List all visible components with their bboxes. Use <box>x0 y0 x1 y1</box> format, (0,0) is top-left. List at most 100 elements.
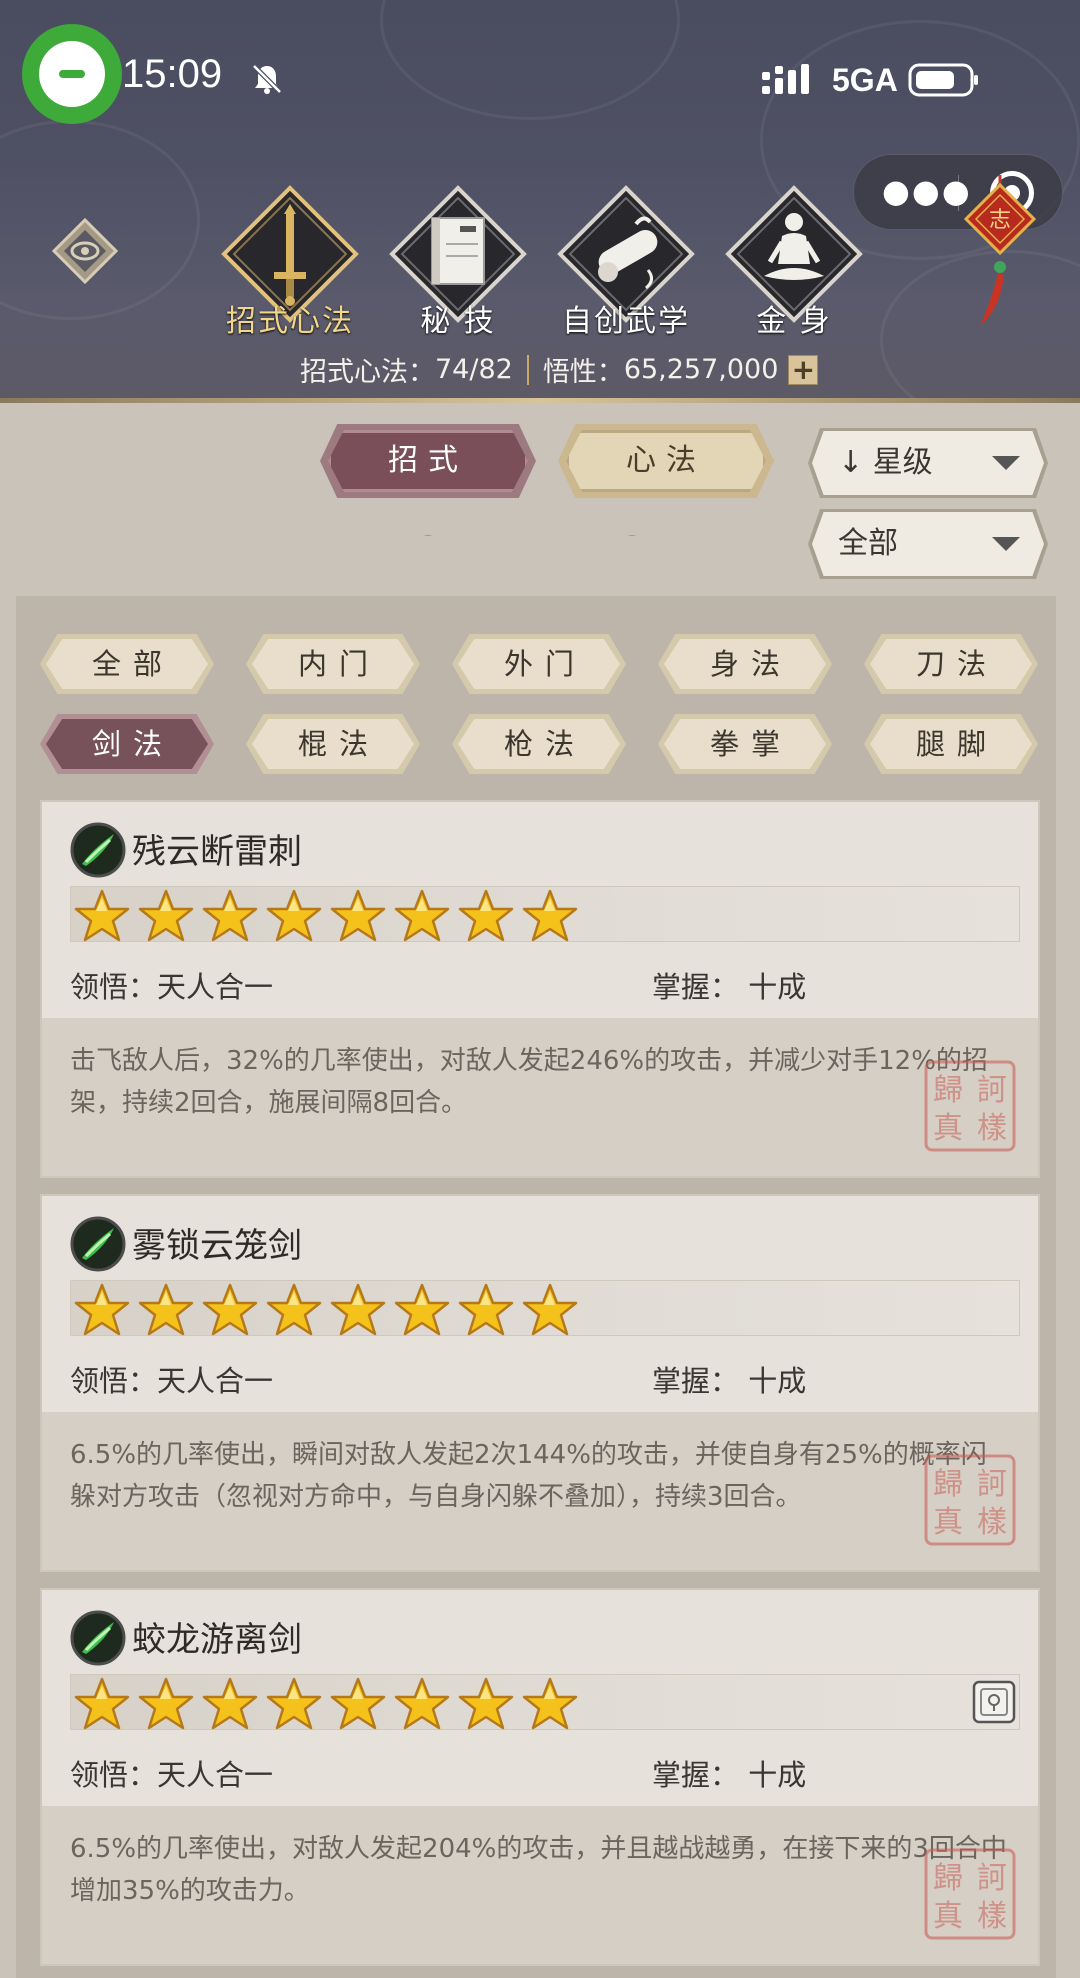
star-rating <box>72 1282 580 1338</box>
skill-card[interactable]: 雾锁云笼剑领悟：天人合一 掌握： 十成 6.5%的几率使出，瞬间对敌人发起2次144… <box>40 1194 1040 1572</box>
star-icon <box>458 1283 514 1336</box>
filter-chip[interactable]: 全部 <box>46 639 208 689</box>
svg-text:真: 真 <box>933 1111 963 1146</box>
star-icon <box>138 1677 194 1730</box>
cloud-decoration <box>380 0 680 120</box>
star-icon <box>202 1677 258 1730</box>
bell-muted-icon <box>252 64 282 94</box>
mastery-value: 十成 <box>748 1758 807 1792</box>
mastery-label: 掌握： <box>652 970 740 1004</box>
skill-description: 6.5%的几率使出，对敌人发起204%的攻击，并且越战越勇，在接下来的3回合中增… <box>42 1806 1038 1964</box>
svg-text:訶: 訶 <box>977 1861 1007 1896</box>
mastery-row: 掌握： 十成 <box>652 964 806 1006</box>
tab-golden-body[interactable]: 金 身 <box>724 184 864 339</box>
collect-icon[interactable] <box>972 1680 1016 1724</box>
star-icon <box>522 1677 578 1730</box>
tab-secret-arts[interactable]: 秘 技 <box>388 184 528 339</box>
star-icon <box>266 1283 322 1336</box>
tab-label: 金 身 <box>756 304 832 339</box>
star-icon <box>458 1677 514 1730</box>
toggle-methods-button[interactable]: 心法 <box>566 430 766 492</box>
tab-label: 自创武学 <box>562 304 690 339</box>
sort-label: 星级 <box>872 445 933 480</box>
svg-text:樣: 樣 <box>977 1111 1007 1146</box>
filter-chip[interactable]: 身法 <box>664 639 826 689</box>
insight-label: 领悟： <box>70 1758 158 1792</box>
chevron-down-icon <box>992 537 1020 551</box>
svg-text:樣: 樣 <box>977 1505 1007 1540</box>
toggle-moves-button[interactable]: 招式 <box>328 430 528 492</box>
svg-text:訶: 訶 <box>977 1467 1007 1502</box>
filter-chip[interactable]: 拳掌 <box>664 719 826 769</box>
star-rating <box>72 888 580 944</box>
star-icon <box>138 889 194 942</box>
star-rating <box>72 1676 580 1732</box>
tab-moves-methods[interactable]: 招式心法 <box>220 184 360 339</box>
sword-skill-icon <box>70 822 126 878</box>
eye-icon[interactable] <box>52 218 118 284</box>
star-icon <box>74 1283 130 1336</box>
skill-description: 击飞敌人后，32%的几率使出，对敌人发起246%的攻击，并减少对手12%的招架，… <box>42 1018 1038 1176</box>
tab-label: 秘 技 <box>420 304 496 339</box>
svg-text:歸: 歸 <box>933 1861 963 1896</box>
star-icon <box>394 889 450 942</box>
filter-chip[interactable]: 刀法 <box>870 639 1032 689</box>
svg-text:真: 真 <box>933 1505 963 1540</box>
skill-description: 6.5%的几率使出，瞬间对敌人发起2次144%的攻击，并使自身有25%的概率闪躲… <box>42 1412 1038 1570</box>
filter-chip[interactable]: 腿脚 <box>870 719 1032 769</box>
battery-icon <box>908 63 978 97</box>
star-icon <box>74 1677 130 1730</box>
mastery-row: 掌握： 十成 <box>652 1752 806 1794</box>
filter-chip[interactable]: 外门 <box>458 639 620 689</box>
chevron-down-icon <box>992 456 1020 470</box>
mastery-value: 十成 <box>748 970 807 1004</box>
star-icon <box>394 1677 450 1730</box>
star-icon <box>330 1283 386 1336</box>
skill-name: 残云断雷刺 <box>132 832 302 872</box>
insight-label: 领悟： <box>70 1364 158 1398</box>
insight-row: 领悟：天人合一 <box>70 1752 273 1794</box>
skill-card[interactable]: 残云断雷刺领悟：天人合一 掌握： 十成击飞敌人后，32%的几率使出，对敌人发起24… <box>40 800 1040 1178</box>
filter-chip[interactable]: 枪法 <box>458 719 620 769</box>
insight-label: 领悟： <box>70 970 158 1004</box>
star-icon <box>330 889 386 942</box>
mastery-label: 掌握： <box>652 1364 740 1398</box>
skill-name: 雾锁云笼剑 <box>132 1226 302 1266</box>
svg-text:樣: 樣 <box>977 1899 1007 1934</box>
skill-name: 蛟龙游离剑 <box>132 1620 302 1660</box>
divider <box>526 354 529 385</box>
sword-skill-icon <box>70 1216 126 1272</box>
skill-card[interactable]: 蛟龙游离剑领悟：天人合一 掌握： 十成 6.5%的几率使出，对敌人发起204%的攻击… <box>40 1588 1040 1966</box>
star-icon <box>522 1283 578 1336</box>
mastery-row: 掌握： 十成 <box>652 1358 806 1400</box>
seal-stamp-icon: 訶樣歸真 <box>924 1848 1016 1940</box>
star-icon <box>202 889 258 942</box>
sort-arrow-icon: ↓ <box>838 445 864 480</box>
insight-row: 领悟：天人合一 <box>70 1358 273 1400</box>
header-divider <box>0 398 1080 403</box>
insight-value: 天人合一 <box>157 1364 274 1398</box>
count-value: 74/82 <box>435 354 513 385</box>
star-icon <box>394 1283 450 1336</box>
seal-stamp-icon: 訶樣歸真 <box>924 1454 1016 1546</box>
insight-value: 65,257,000 <box>623 354 779 385</box>
filter-chip[interactable]: 棍法 <box>252 719 414 769</box>
star-icon <box>266 889 322 942</box>
charm-knot-icon[interactable]: 志 <box>960 175 1040 335</box>
svg-text:真: 真 <box>933 1899 963 1934</box>
mastery-value: 十成 <box>748 1364 807 1398</box>
insight-value: 天人合一 <box>157 1758 274 1792</box>
star-icon <box>330 1677 386 1730</box>
add-insight-button[interactable]: + <box>788 354 819 385</box>
ornament-left <box>423 535 433 536</box>
filter-chip[interactable]: 内门 <box>252 639 414 689</box>
category-dropdown[interactable]: 全部 <box>812 512 1044 576</box>
sort-dropdown[interactable]: ↓ 星级 <box>812 431 1044 495</box>
seal-stamp-icon: 訶樣歸真 <box>924 1060 1016 1152</box>
filter-chip[interactable]: 剑法 <box>46 719 208 769</box>
network-label: 5GA <box>832 62 898 98</box>
insight-value: 天人合一 <box>157 970 274 1004</box>
count-label: 招式心法： <box>300 357 435 388</box>
star-icon <box>74 889 130 942</box>
tab-custom-martial-arts[interactable]: 自创武学 <box>556 184 696 339</box>
